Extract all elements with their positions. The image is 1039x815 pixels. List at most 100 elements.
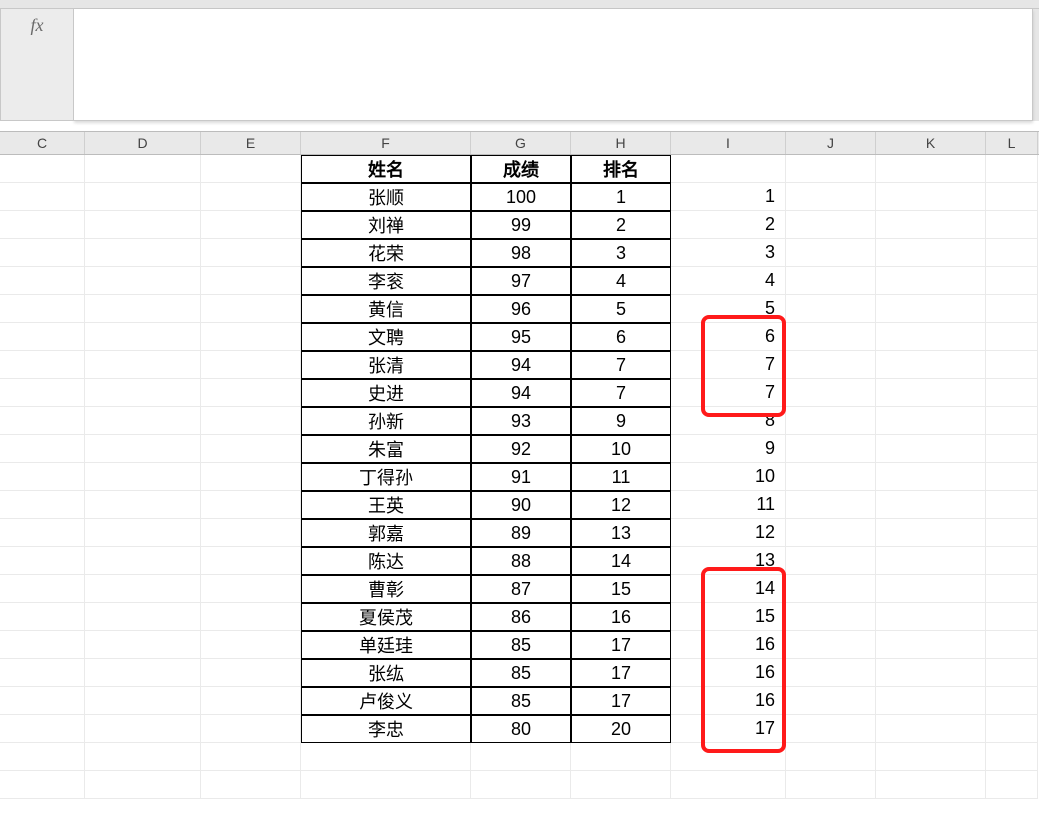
cell-score[interactable]: 97 (471, 267, 571, 295)
cell[interactable] (201, 575, 301, 603)
cell[interactable] (786, 575, 876, 603)
cell-rank[interactable]: 11 (571, 463, 671, 491)
cell[interactable] (986, 267, 1038, 295)
cell-i[interactable]: 16 (671, 631, 786, 659)
cell[interactable] (0, 379, 85, 407)
cell[interactable] (786, 295, 876, 323)
cell-score[interactable]: 94 (471, 351, 571, 379)
cell[interactable] (85, 743, 201, 771)
cell[interactable] (85, 351, 201, 379)
cell-score[interactable]: 93 (471, 407, 571, 435)
cell[interactable] (876, 631, 986, 659)
cell[interactable] (201, 659, 301, 687)
cell[interactable] (571, 743, 671, 771)
cell-score[interactable]: 95 (471, 323, 571, 351)
cell[interactable] (85, 547, 201, 575)
cell-i[interactable]: 4 (671, 267, 786, 295)
cell-name[interactable]: 郭嘉 (301, 519, 471, 547)
cell[interactable] (876, 155, 986, 183)
cell[interactable] (876, 379, 986, 407)
cell[interactable] (876, 687, 986, 715)
cell-i[interactable]: 8 (671, 407, 786, 435)
cell[interactable] (786, 435, 876, 463)
cell[interactable] (201, 463, 301, 491)
cell-name[interactable]: 张清 (301, 351, 471, 379)
cell[interactable] (876, 547, 986, 575)
cell-name[interactable]: 卢俊义 (301, 687, 471, 715)
cell-name[interactable]: 李衮 (301, 267, 471, 295)
cell[interactable] (876, 603, 986, 631)
cell[interactable] (0, 631, 85, 659)
cell[interactable] (85, 575, 201, 603)
cell[interactable] (201, 155, 301, 183)
cell[interactable] (876, 211, 986, 239)
cell[interactable] (0, 687, 85, 715)
cell[interactable] (85, 407, 201, 435)
cell-score[interactable]: 85 (471, 659, 571, 687)
cell-score[interactable]: 96 (471, 295, 571, 323)
cell[interactable] (85, 659, 201, 687)
cell[interactable] (786, 379, 876, 407)
cell[interactable] (986, 379, 1038, 407)
cell[interactable] (786, 211, 876, 239)
cell-i[interactable]: 12 (671, 519, 786, 547)
cell-rank[interactable]: 13 (571, 519, 671, 547)
cell[interactable] (786, 743, 876, 771)
cell[interactable] (986, 239, 1038, 267)
cell-i[interactable]: 10 (671, 463, 786, 491)
cell[interactable] (301, 771, 471, 799)
cell-i[interactable]: 2 (671, 211, 786, 239)
cell-score[interactable]: 89 (471, 519, 571, 547)
cell[interactable] (201, 715, 301, 743)
cell[interactable] (986, 211, 1038, 239)
cell[interactable] (786, 547, 876, 575)
cell[interactable] (986, 715, 1038, 743)
cell[interactable] (876, 743, 986, 771)
cell[interactable] (85, 211, 201, 239)
cell[interactable] (0, 239, 85, 267)
cell[interactable] (201, 323, 301, 351)
cell[interactable] (0, 211, 85, 239)
cell-score[interactable]: 98 (471, 239, 571, 267)
cell[interactable] (986, 575, 1038, 603)
cell-name[interactable]: 张纮 (301, 659, 471, 687)
cell[interactable] (471, 771, 571, 799)
cell-rank[interactable]: 6 (571, 323, 671, 351)
cell[interactable] (0, 323, 85, 351)
cell[interactable] (786, 687, 876, 715)
cell-rank[interactable]: 5 (571, 295, 671, 323)
cell-i[interactable]: 7 (671, 351, 786, 379)
col-header[interactable]: H (571, 132, 671, 154)
cell[interactable] (201, 267, 301, 295)
cell[interactable] (786, 771, 876, 799)
cell-rank[interactable]: 2 (571, 211, 671, 239)
cell-i[interactable]: 11 (671, 491, 786, 519)
cell[interactable] (85, 631, 201, 659)
cell-rank[interactable]: 17 (571, 659, 671, 687)
cell-i[interactable]: 16 (671, 659, 786, 687)
col-header[interactable]: C (0, 132, 85, 154)
cell[interactable] (876, 239, 986, 267)
cell[interactable] (876, 771, 986, 799)
cell[interactable] (201, 519, 301, 547)
cell[interactable] (986, 771, 1038, 799)
cell-rank[interactable]: 1 (571, 183, 671, 211)
cell[interactable] (876, 463, 986, 491)
cell[interactable] (85, 771, 201, 799)
cell[interactable] (986, 435, 1038, 463)
cell-rank[interactable]: 12 (571, 491, 671, 519)
header-name[interactable]: 姓名 (301, 155, 471, 183)
cell[interactable] (0, 771, 85, 799)
cell-name[interactable]: 夏侯茂 (301, 603, 471, 631)
col-header[interactable]: D (85, 132, 201, 154)
cell[interactable] (0, 435, 85, 463)
cell-name[interactable]: 张顺 (301, 183, 471, 211)
cell[interactable] (986, 295, 1038, 323)
cell[interactable] (201, 631, 301, 659)
cell[interactable] (986, 687, 1038, 715)
cell-i[interactable]: 3 (671, 239, 786, 267)
cell-i[interactable]: 6 (671, 323, 786, 351)
cell[interactable] (876, 267, 986, 295)
cell[interactable] (876, 407, 986, 435)
cell-i[interactable]: 9 (671, 435, 786, 463)
